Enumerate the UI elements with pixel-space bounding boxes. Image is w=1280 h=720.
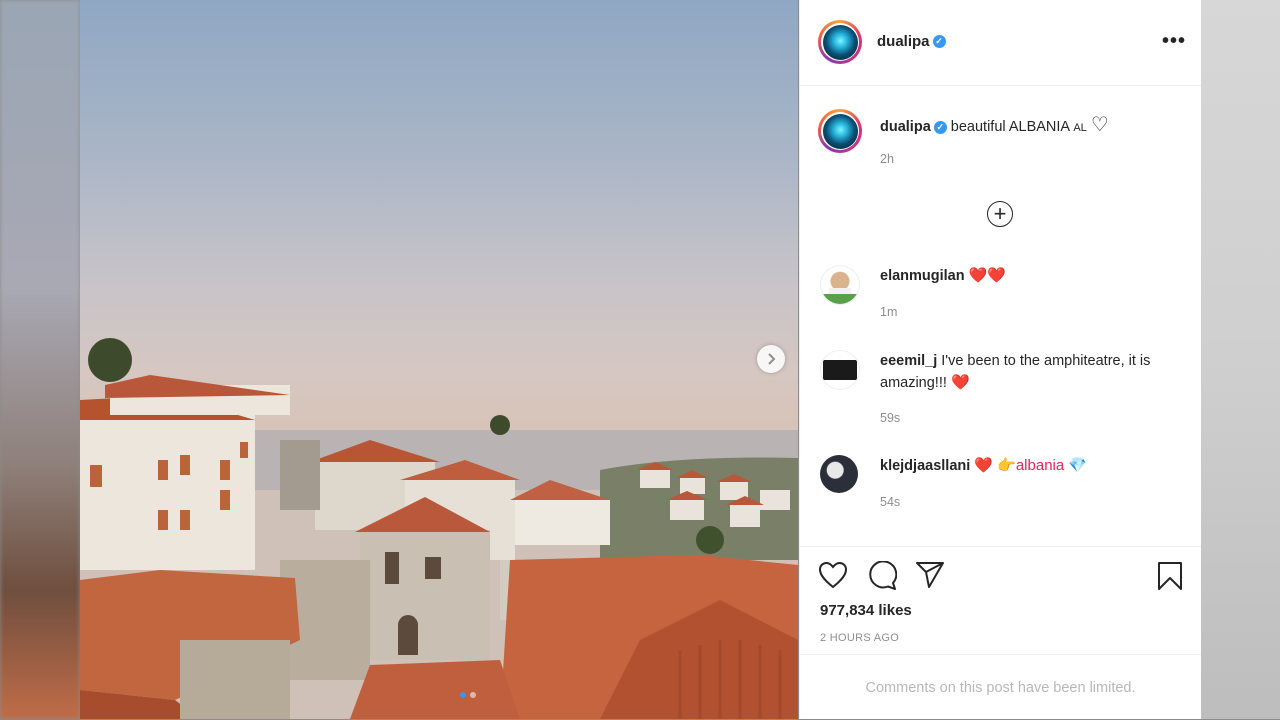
post-actions: 977,834 likes 2 HOURS AGO [800,546,1201,655]
comment-timestamp: 54s [880,495,901,509]
comment-item: eeemil_j I've been to the amphiteatre, i… [820,350,1180,430]
blurred-backdrop-left [0,0,80,719]
comment-emoji: ❤️ 👉albania 💎 [974,457,1088,474]
commenter-avatar[interactable] [820,455,858,493]
post-photo [80,0,798,719]
bookmark-icon[interactable] [1156,561,1184,591]
plus-icon: + [993,201,1007,226]
commenter-username[interactable]: elanmugilan [880,268,965,284]
post-timestamp: 2 HOURS AGO [820,632,900,644]
load-more-comments-button[interactable]: + [987,201,1013,227]
author-username[interactable]: dualipa [877,33,930,50]
commenter-username[interactable]: klejdjaasllani [880,458,970,474]
likes-count[interactable]: 977,834 likes [820,602,912,619]
author-avatar[interactable] [818,20,862,64]
commenter-username[interactable]: eeemil_j [880,353,937,369]
comment-item: klejdjaasllani ❤️ 👉albania 💎 54s [820,455,1180,525]
albania-village-photo [80,338,798,719]
commenter-avatar[interactable] [820,265,860,305]
commenter-avatar[interactable] [820,350,860,390]
albania-flag: AL [1073,122,1087,134]
post-side-panel: dualipa ✓ ••• dualipa ✓ beautiful ALBANIA … [799,0,1201,719]
comment-timestamp: 1m [880,305,898,319]
comment-emoji: ❤️ [950,374,970,391]
caption-text: beautiful ALBANIA [950,119,1070,135]
comment-timestamp: 59s [880,411,901,425]
caption-author-avatar[interactable] [818,109,862,153]
verified-badge-icon: ✓ [933,120,947,134]
more-options-icon[interactable]: ••• [1162,31,1186,51]
post-caption: dualipa ✓ beautiful ALBANIA AL ♡ 2h [818,109,1180,180]
verified-badge-icon: ✓ [932,35,946,49]
carousel-dots [460,692,476,698]
next-slide-button[interactable] [757,345,785,373]
comment-item: elanmugilan ❤️❤️ 1m [820,265,1180,335]
comment-emoji: ❤️❤️ [968,267,1006,284]
chevron-right-icon [768,353,776,365]
comment-bubble-icon[interactable] [867,561,897,591]
caption-timestamp: 2h [880,152,894,166]
caption-heart-icon: ♡ [1090,114,1109,136]
carousel-dot [470,692,476,698]
heart-outline-icon[interactable] [818,561,848,589]
paper-plane-icon[interactable] [915,561,945,589]
carousel-dot-active [460,692,466,698]
blurred-backdrop-right [1200,0,1280,719]
comments-limited-notice: Comments on this post have been limited. [800,654,1201,720]
post-header: dualipa ✓ ••• [800,0,1201,86]
caption-username[interactable]: dualipa [880,119,931,135]
